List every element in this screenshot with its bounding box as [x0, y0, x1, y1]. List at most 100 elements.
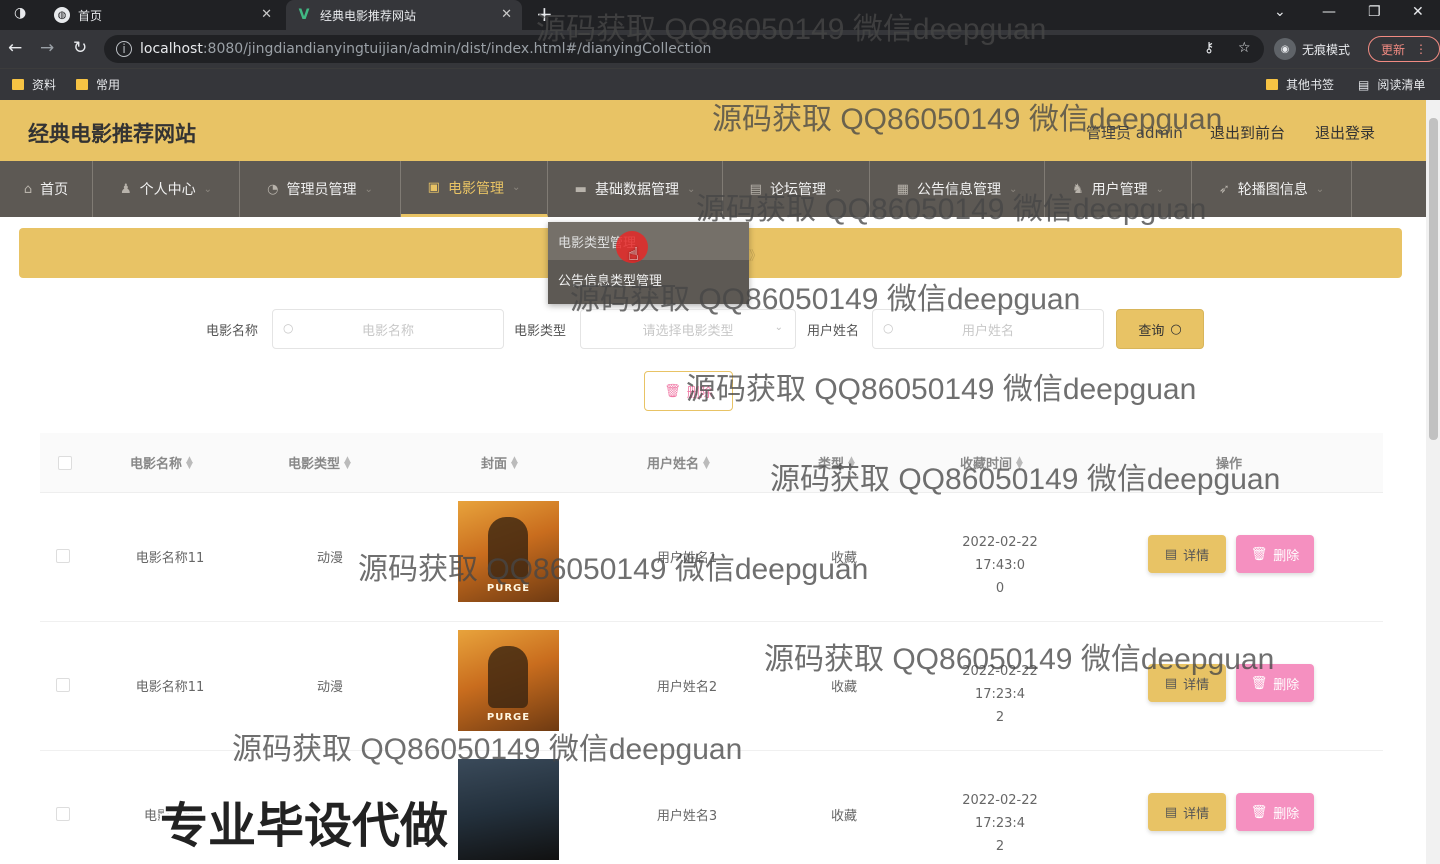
cell-collect-time: 2022-02-22 17:23:4 2	[940, 660, 1060, 729]
cell-film-type: 动漫	[316, 680, 343, 695]
collect-time-line2: 0	[995, 581, 1005, 596]
site-title: 经典电影推荐网站	[28, 122, 196, 146]
delete-button[interactable]: 🗑 删除	[1236, 793, 1314, 831]
close-tab-icon[interactable]: ✕	[501, 7, 512, 22]
to-front-link[interactable]: 退出到前台	[1210, 122, 1285, 143]
menu-base-data[interactable]: ▬ 基础数据管理 ⌄	[548, 161, 723, 217]
menu-profile[interactable]: ♟ 个人中心 ⌄	[93, 161, 240, 217]
app-header: 经典电影推荐网站 管理员 admin 退出到前台 退出登录	[0, 100, 1426, 161]
other-bookmarks[interactable]: 其他书签	[1266, 76, 1334, 93]
chevron-down-icon: ⌄	[1008, 183, 1018, 195]
key-icon[interactable]: ⚷	[1204, 40, 1214, 56]
minimize-icon[interactable]: —	[1322, 4, 1336, 20]
film-name-input[interactable]: ○ 电影名称	[272, 309, 504, 349]
menu-label: 公告信息管理	[916, 182, 1001, 198]
update-button[interactable]: 更新 ⋮	[1368, 36, 1440, 62]
row-checkbox[interactable]	[56, 678, 70, 692]
main-menu: ⌂ 首页 ♟ 个人中心 ⌄ ◔ 管理员管理 ⌄ ▣ 电影管理 ⌄ ▬ 基础数据管理 ⌄ ▤ 论坛管理…	[0, 161, 1426, 217]
sort-icon[interactable]: ▲ ▼	[1016, 455, 1023, 470]
cell-user-name: 用户姓名1	[656, 551, 718, 566]
cell-film-name: 电影名称11	[135, 551, 205, 566]
col-label: 电影名称	[130, 457, 183, 472]
logout-link[interactable]: 退出登录	[1315, 122, 1375, 143]
user-name-input[interactable]: ○ 用户姓名	[872, 309, 1104, 349]
film-type-placeholder: 请选择电影类型	[642, 323, 734, 339]
browser-tab-active[interactable]: V 经典电影推荐网站 ✕	[286, 0, 522, 30]
vue-logo-icon: V	[298, 7, 310, 23]
tab-search-icon[interactable]: ⌄	[1274, 4, 1286, 20]
site-info-icon[interactable]: i	[116, 41, 132, 57]
delete-button[interactable]: 🗑 删除	[1236, 664, 1314, 702]
row-checkbox[interactable]	[56, 807, 70, 821]
delete-label: 删除	[1273, 548, 1300, 564]
detail-button[interactable]: ▤ 详情	[1148, 535, 1226, 573]
select-all-checkbox[interactable]	[58, 456, 72, 470]
bookmark-folder[interactable]: 资料	[12, 76, 56, 93]
breadcrumb-fragment: 》	[749, 249, 763, 264]
tab-title: 经典电影推荐网站	[320, 8, 417, 23]
menu-carousel[interactable]: ➶ 轮播图信息 ⌄	[1192, 161, 1352, 217]
query-button[interactable]: 查询 ○	[1116, 309, 1204, 349]
col-kind[interactable]: 类型 ▲ ▼	[818, 453, 855, 472]
col-label: 电影类型	[288, 457, 341, 472]
menu-users[interactable]: ♞ 用户管理 ⌄	[1045, 161, 1192, 217]
incognito-indicator[interactable]: ◉ 无痕模式	[1274, 38, 1350, 60]
menu-home[interactable]: ⌂ 首页	[0, 161, 93, 217]
url-field[interactable]: i localhost:8080/jingdiandianyingtuijian…	[104, 35, 1264, 63]
send-icon: ➶	[1218, 181, 1230, 197]
bookmark-star-icon[interactable]: ☆	[1238, 40, 1251, 56]
browser-menu-icon[interactable]: ◑	[14, 5, 26, 21]
detail-button[interactable]: ▤ 详情	[1148, 793, 1226, 831]
film-type-select[interactable]: 请选择电影类型 ⌄	[580, 309, 796, 349]
row-checkbox[interactable]	[56, 549, 70, 563]
poster-title: PURGE	[486, 712, 531, 723]
chevron-down-icon: ⌄	[511, 182, 521, 193]
batch-delete-button[interactable]: 🗑 删除	[644, 371, 733, 411]
cover-image: PURGE	[458, 630, 559, 731]
dropdown-item-notice-type[interactable]: 公告信息类型管理	[548, 260, 749, 298]
chevron-down-icon: ⌄	[1315, 183, 1325, 195]
sort-icon[interactable]: ▲ ▼	[344, 455, 351, 470]
user-icon: ♟	[119, 181, 132, 197]
notice-icon: ▦	[896, 181, 909, 197]
dropdown-item-film-type[interactable]: 电影类型管理	[548, 222, 749, 260]
update-label: 更新	[1381, 42, 1406, 57]
col-user-name[interactable]: 用户姓名 ▲ ▼	[647, 453, 710, 472]
new-tab-icon[interactable]: +	[536, 2, 553, 26]
bookmark-label: 资料	[32, 78, 57, 92]
sort-icon[interactable]: ▲ ▼	[511, 455, 518, 470]
bookmark-folder[interactable]: 常用	[76, 76, 120, 93]
chevron-down-icon: ⌄	[833, 183, 843, 195]
menu-admin[interactable]: ◔ 管理员管理 ⌄	[240, 161, 401, 217]
delete-button[interactable]: 🗑 删除	[1236, 535, 1314, 573]
folder-icon	[12, 79, 24, 90]
menu-notice[interactable]: ▦ 公告信息管理 ⌄	[870, 161, 1045, 217]
more-icon: ⋮	[1415, 42, 1427, 56]
menu-film[interactable]: ▣ 电影管理 ⌄	[401, 161, 548, 217]
restore-icon[interactable]: ❐	[1368, 4, 1381, 20]
tab-title: 首页	[78, 8, 103, 23]
reload-icon[interactable]: ↻	[73, 38, 87, 58]
menu-label: 个人中心	[139, 182, 196, 198]
close-window-icon[interactable]: ✕	[1412, 4, 1424, 20]
close-tab-icon[interactable]: ✕	[261, 7, 272, 22]
detail-button[interactable]: ▤ 详情	[1148, 664, 1226, 702]
col-collect-time[interactable]: 收藏时间 ▲ ▼	[960, 453, 1023, 472]
document-icon: ▤	[1164, 675, 1178, 691]
col-label: 收藏时间	[960, 457, 1013, 472]
sort-icon[interactable]: ▲ ▼	[186, 455, 193, 470]
sort-icon[interactable]: ▲ ▼	[848, 455, 855, 470]
browser-tab-home[interactable]: ◍ 首页 ✕	[44, 0, 282, 30]
reading-list[interactable]: ▤ 阅读清单	[1358, 76, 1425, 93]
collect-time-line1: 2022-02-22 17:23:4	[962, 664, 1038, 702]
col-film-name[interactable]: 电影名称 ▲ ▼	[130, 453, 193, 472]
back-icon[interactable]: ←	[8, 38, 22, 58]
menu-forum[interactable]: ▤ 论坛管理 ⌄	[723, 161, 870, 217]
detail-label: 详情	[1183, 548, 1210, 564]
col-film-type[interactable]: 电影类型 ▲ ▼	[288, 453, 351, 472]
forward-icon[interactable]: →	[40, 38, 54, 58]
scrollbar-thumb[interactable]	[1429, 118, 1438, 440]
menu-label: 首页	[40, 182, 69, 198]
sort-icon[interactable]: ▲ ▼	[703, 455, 710, 470]
col-cover[interactable]: 封面 ▲ ▼	[481, 453, 518, 472]
